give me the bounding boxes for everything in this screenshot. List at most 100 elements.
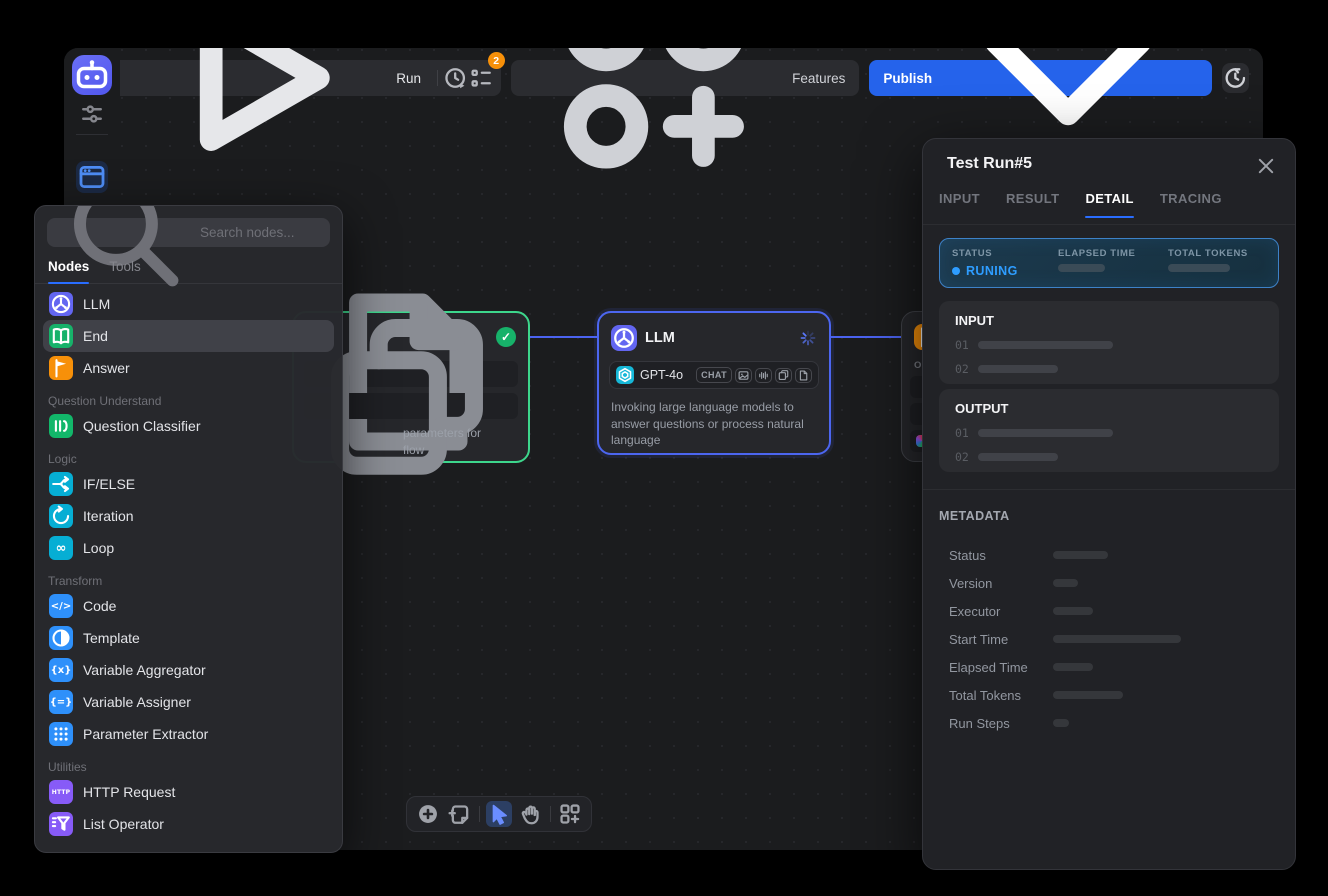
node-item-loop[interactable]: ∞ Loop <box>43 532 334 564</box>
node-item-parameter-extractor[interactable]: Parameter Extractor <box>43 718 334 750</box>
run-history-icon[interactable] <box>442 63 468 93</box>
chat-mode-badge: CHAT <box>696 367 732 383</box>
tabs-divider <box>923 224 1295 225</box>
node-item-code[interactable]: </> Code <box>43 590 334 622</box>
group-header-transform: Transform <box>48 574 329 588</box>
elapsed-time-label: ELAPSED TIME <box>1058 248 1168 259</box>
test-run-panel: Test Run#5 INPUT RESULT DETAIL TRACING S… <box>922 138 1296 870</box>
llm-node-icon <box>611 325 637 351</box>
notification-badge: 2 <box>488 52 505 69</box>
input-row: 02 <box>955 362 1263 376</box>
tab-tools[interactable]: Tools <box>109 259 141 283</box>
hand-mode-button[interactable] <box>518 801 544 827</box>
metadata-row-status: Status <box>939 541 1279 569</box>
app-robot-icon[interactable] <box>72 55 112 95</box>
search-box[interactable] <box>47 218 330 247</box>
preview-window-icon[interactable] <box>76 161 108 193</box>
llm-icon <box>49 292 73 316</box>
features-button[interactable]: Features <box>511 60 860 96</box>
vision-capability-icon <box>735 368 752 383</box>
run-group-divider <box>437 70 438 86</box>
loop-icon: ∞ <box>49 536 73 560</box>
metadata-row-start-time: Start Time <box>939 625 1279 653</box>
node-item-if-else[interactable]: IF/ELSE <box>43 468 334 500</box>
tab-input[interactable]: INPUT <box>939 191 980 218</box>
search-icon <box>56 205 193 301</box>
node-item-list-operator[interactable]: List Operator <box>43 808 334 840</box>
features-icon <box>525 48 784 208</box>
canvas-toolbar <box>406 796 592 832</box>
answer-icon <box>49 356 73 380</box>
add-note-button[interactable] <box>447 801 473 827</box>
workflow-settings-icon[interactable] <box>78 100 106 128</box>
group-header-question-understand: Question Understand <box>48 394 329 408</box>
run-status-card: STATUS RUNING ELAPSED TIME TOTAL TOKENS <box>939 238 1279 288</box>
node-item-answer[interactable]: Answer <box>43 352 334 384</box>
node-list: LLM End Answer Question Understand Quest… <box>35 284 342 840</box>
edge-start-to-llm <box>530 336 597 338</box>
node-item-variable-assigner[interactable]: {=} Variable Assigner <box>43 686 334 718</box>
node-item-http-request[interactable]: HTTP HTTP Request <box>43 776 334 808</box>
tab-tracing[interactable]: TRACING <box>1160 191 1222 218</box>
llm-node-title: LLM <box>645 330 675 346</box>
total-tokens-skeleton <box>1168 264 1230 272</box>
version-history-button[interactable] <box>1222 63 1249 93</box>
node-search-panel: Nodes Tools LLM End Answer Question Unde… <box>34 205 343 853</box>
node-item-question-classifier[interactable]: Question Classifier <box>43 410 334 442</box>
run-button[interactable]: Run <box>118 60 434 96</box>
elapsed-time-skeleton <box>1058 264 1105 272</box>
group-header-logic: Logic <box>48 452 329 466</box>
metadata-row-executor: Executor <box>939 597 1279 625</box>
organize-nodes-button[interactable] <box>557 801 583 827</box>
metadata-row-elapsed-time: Elapsed Time <box>939 653 1279 681</box>
pointer-mode-button[interactable] <box>486 801 512 827</box>
input-title: INPUT <box>955 313 1263 328</box>
running-dot-icon <box>952 267 960 275</box>
edge-llm-to-end <box>831 336 901 338</box>
llm-node[interactable]: LLM GPT-4o CHAT Invoking large language … <box>597 311 831 455</box>
code-icon: </> <box>49 594 73 618</box>
test-run-title: Test Run#5 <box>947 155 1032 173</box>
add-node-button[interactable] <box>415 801 441 827</box>
output-row: 02 <box>955 450 1263 464</box>
question-classifier-icon <box>49 414 73 438</box>
group-header-utilities: Utilities <box>48 760 329 774</box>
metadata-row-total-tokens: Total Tokens <box>939 681 1279 709</box>
model-selector[interactable]: GPT-4o CHAT <box>609 361 819 389</box>
status-label: STATUS <box>952 248 1058 259</box>
variable-assigner-icon: {=} <box>49 690 73 714</box>
publish-button[interactable]: Publish <box>869 60 1212 96</box>
tab-result[interactable]: RESULT <box>1006 191 1059 218</box>
close-icon[interactable] <box>1255 155 1277 177</box>
output-row: 01 <box>955 426 1263 440</box>
node-item-iteration[interactable]: Iteration <box>43 500 334 532</box>
tab-nodes[interactable]: Nodes <box>48 259 89 283</box>
section-divider <box>923 489 1295 490</box>
run-button-group: Run 2 <box>112 60 501 96</box>
llm-node-description: Invoking large language models to answer… <box>611 399 817 449</box>
node-item-variable-aggregator[interactable]: {x} Variable Aggregator <box>43 654 334 686</box>
http-request-icon: HTTP <box>49 780 73 804</box>
input-row: 01 <box>955 338 1263 352</box>
metadata-row-version: Version <box>939 569 1279 597</box>
document-capability-icon <box>795 368 812 383</box>
variable-aggregator-icon: {x} <box>49 658 73 682</box>
tab-detail[interactable]: DETAIL <box>1085 191 1133 218</box>
model-name: GPT-4o <box>640 368 690 382</box>
node-item-template[interactable]: Template <box>43 622 334 654</box>
start-node-description: parameters for flow <box>403 425 481 459</box>
input-card: INPUT 01 02 <box>939 301 1279 384</box>
status-value: RUNING <box>952 264 1058 278</box>
audio-capability-icon <box>755 368 772 383</box>
node-item-end[interactable]: End <box>43 320 334 352</box>
openai-icon <box>616 366 634 384</box>
end-icon <box>49 324 73 348</box>
search-input[interactable] <box>200 225 321 240</box>
toolbar-divider <box>479 806 480 822</box>
if-else-icon <box>49 472 73 496</box>
output-title: OUTPUT <box>955 401 1263 416</box>
list-operator-icon <box>49 812 73 836</box>
test-run-tabs: INPUT RESULT DETAIL TRACING <box>939 191 1279 218</box>
template-icon <box>49 626 73 650</box>
output-card: OUTPUT 01 02 <box>939 389 1279 472</box>
